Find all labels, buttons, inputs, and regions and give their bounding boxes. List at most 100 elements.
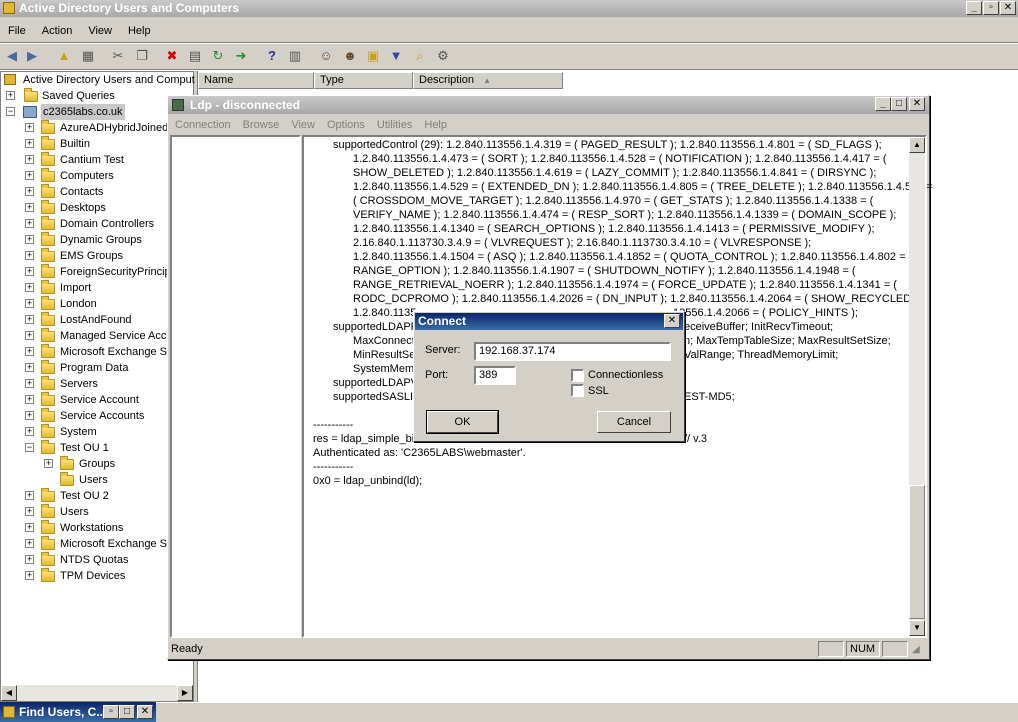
scroll-left-icon[interactable]: ◀ (1, 685, 17, 701)
ok-button[interactable]: OK (426, 410, 499, 434)
tree-item[interactable]: + Contacts (0, 184, 192, 200)
action-pane-icon[interactable]: ▥ (285, 46, 305, 66)
tree-item[interactable]: + Microsoft Exchange Se (0, 344, 192, 360)
ldp-maximize-button[interactable]: □ (891, 97, 907, 111)
ldp-menu-utilities[interactable]: Utilities (371, 116, 418, 134)
expand-icon[interactable]: + (25, 379, 34, 388)
tree-item[interactable]: + Test OU 2 (0, 488, 192, 504)
cut-icon[interactable]: ✂ (108, 46, 128, 66)
expand-icon[interactable]: + (25, 555, 34, 564)
tree-item[interactable]: + TPM Devices (0, 568, 192, 584)
menu-file[interactable]: File (0, 21, 34, 41)
expand-icon[interactable]: + (25, 571, 34, 580)
close-button[interactable]: ✕ (1000, 1, 1016, 15)
expand-icon[interactable]: + (25, 315, 34, 324)
collapse-icon[interactable]: − (6, 107, 15, 116)
ldp-menu-help[interactable]: Help (418, 116, 453, 134)
expand-icon[interactable]: + (25, 283, 34, 292)
tree-item[interactable]: Users (0, 472, 192, 488)
tree-item[interactable]: + Desktops (0, 200, 192, 216)
scroll-right-icon[interactable]: ▶ (177, 685, 193, 701)
connect-title-bar[interactable]: Connect ✕ (415, 313, 683, 330)
tree-item[interactable]: + Servers (0, 376, 192, 392)
copy-icon[interactable]: ❐ (132, 46, 152, 66)
tree-item[interactable]: + Groups (0, 456, 192, 472)
properties-icon[interactable]: ▤ (185, 46, 205, 66)
expand-icon[interactable]: + (44, 459, 53, 468)
tree-item[interactable]: − Test OU 1 (0, 440, 192, 456)
ssl-checkbox[interactable] (571, 384, 584, 397)
scroll-down-icon[interactable]: ▼ (909, 620, 925, 636)
column-header-description[interactable]: Description ▲ (413, 72, 563, 89)
expand-icon[interactable]: + (25, 123, 34, 132)
ldp-menu-options[interactable]: Options (321, 116, 371, 134)
back-arrow-icon[interactable]: ◀ (2, 46, 22, 66)
scroll-thumb[interactable] (909, 485, 925, 619)
ldp-menu-view[interactable]: View (285, 116, 321, 134)
delete-icon[interactable]: ✖ (162, 46, 182, 66)
expand-icon[interactable]: + (25, 491, 34, 500)
expand-icon[interactable]: + (25, 155, 34, 164)
tree-item[interactable]: + EMS Groups (0, 248, 192, 264)
taskbar-restore-button[interactable]: ▫ (103, 705, 119, 719)
connect-close-button[interactable]: ✕ (664, 314, 680, 328)
tree-item[interactable]: + Workstations (0, 520, 192, 536)
ldp-close-button[interactable]: ✕ (909, 97, 925, 111)
help-icon[interactable]: ? (262, 46, 282, 66)
expand-icon[interactable]: + (25, 363, 34, 372)
port-input[interactable]: 389 (474, 366, 516, 385)
column-header-name[interactable]: Name (198, 72, 314, 89)
add-to-group-icon[interactable]: ⚙ (433, 46, 453, 66)
ldp-menu-browse[interactable]: Browse (237, 116, 286, 134)
expand-icon[interactable]: + (25, 267, 34, 276)
expand-icon[interactable]: + (25, 539, 34, 548)
ldp-tree-pane[interactable] (170, 135, 301, 638)
new-ou-icon[interactable]: ▣ (363, 46, 383, 66)
menu-view[interactable]: View (80, 21, 120, 41)
ldp-menu-connection[interactable]: Connection (169, 116, 237, 134)
tree-item-saved-queries[interactable]: + Saved Queries (0, 88, 190, 104)
taskbar-maximize-button[interactable]: □ (119, 705, 135, 719)
tree-item[interactable]: + Import (0, 280, 192, 296)
tree-item[interactable]: + Managed Service Acco (0, 328, 192, 344)
ldp-title-bar[interactable]: Ldp - disconnected _ □ ✕ (168, 96, 929, 114)
expand-icon[interactable]: + (25, 427, 34, 436)
tree-item[interactable]: + LostAndFound (0, 312, 192, 328)
restore-button[interactable]: ▫ (983, 1, 999, 15)
export-icon[interactable]: ➜ (231, 46, 251, 66)
expand-icon[interactable]: + (25, 187, 34, 196)
tree-item[interactable]: + AzureADHybridJoinedI (0, 120, 192, 136)
resize-grip-icon[interactable]: ◢ (912, 643, 926, 657)
connectionless-checkbox[interactable] (571, 369, 584, 382)
tree-hscrollbar[interactable]: ◀ ▶ (1, 685, 193, 701)
filter-icon[interactable]: ▼ (386, 46, 406, 66)
expand-icon[interactable]: + (25, 331, 34, 340)
expand-icon[interactable]: + (25, 523, 34, 532)
expand-icon[interactable]: + (25, 411, 34, 420)
expand-icon[interactable]: + (25, 219, 34, 228)
expand-icon[interactable]: + (25, 171, 34, 180)
menu-action[interactable]: Action (34, 21, 81, 41)
expand-icon[interactable]: + (25, 251, 34, 260)
main-title-bar[interactable]: Active Directory Users and Computers _ ▫… (0, 0, 1018, 17)
tree-item[interactable]: + System (0, 424, 192, 440)
collapse-icon[interactable]: − (25, 443, 34, 452)
up-folder-icon[interactable]: ▲ (54, 46, 74, 66)
new-user-icon[interactable]: ☺ (316, 46, 336, 66)
tree-item[interactable]: + ForeignSecurityPrincip (0, 264, 192, 280)
taskbar-window[interactable]: Find Users, C... ▫ □ ✕ (0, 702, 156, 722)
tree-item[interactable]: + Program Data (0, 360, 192, 376)
new-group-icon[interactable]: ☻ (340, 46, 360, 66)
tree-item[interactable]: + Builtin (0, 136, 192, 152)
tree-item[interactable]: + Dynamic Groups (0, 232, 192, 248)
ssl-label[interactable]: SSL (588, 385, 609, 397)
expand-icon[interactable]: + (25, 299, 34, 308)
tree-item[interactable]: + Domain Controllers (0, 216, 192, 232)
cancel-button[interactable]: Cancel (597, 411, 671, 433)
scroll-up-icon[interactable]: ▲ (909, 137, 925, 153)
menu-help[interactable]: Help (120, 21, 159, 41)
server-input[interactable]: 192.168.37.174 (474, 342, 671, 361)
expand-icon[interactable]: + (25, 507, 34, 516)
ldp-vscrollbar[interactable]: ▲ ▼ (909, 137, 925, 636)
tree-item-domain[interactable]: − c2365labs.co.uk (0, 104, 190, 120)
